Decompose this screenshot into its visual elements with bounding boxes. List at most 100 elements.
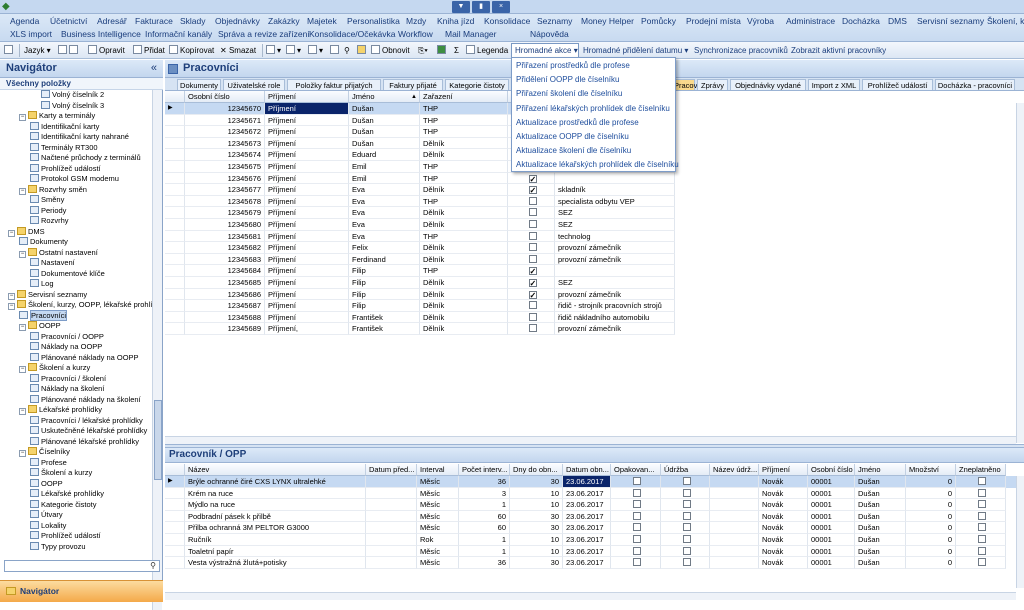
search-button[interactable]: ⚲ xyxy=(344,44,350,57)
tree-item[interactable]: Protokol GSM modemu xyxy=(30,174,119,184)
table-row[interactable]: Vesta výstražná žlutá+potisky Měsíc 36 30 23… xyxy=(165,557,1016,569)
table-row[interactable]: 12345678 Příjmení Eva THP specialista odbytu… xyxy=(165,195,675,208)
tree-item[interactable]: Uskutečněné lékařské prohlídky xyxy=(30,426,147,436)
navigator-scrollbar[interactable] xyxy=(152,90,162,610)
expand-icon[interactable]: − xyxy=(19,114,26,121)
tree-item[interactable]: − Servisní seznamy xyxy=(8,289,87,300)
tree-item[interactable]: Terminály RT300 xyxy=(30,142,98,153)
legend-button[interactable]: Legenda xyxy=(466,44,508,57)
menu-item[interactable]: Školení, ku xyxy=(987,15,1024,28)
column-header[interactable]: Jméno xyxy=(855,464,906,476)
column-header[interactable]: Příjmení xyxy=(759,464,808,476)
tree-item[interactable]: Plánované lékařské prohlídky xyxy=(30,436,139,447)
menu-item[interactable]: Sklady xyxy=(180,15,206,28)
tree-item[interactable]: Log xyxy=(30,279,54,289)
expand-icon[interactable]: − xyxy=(19,366,26,373)
row-checkbox[interactable] xyxy=(682,488,691,497)
navigator-scroll-thumb[interactable] xyxy=(154,400,162,480)
menu-item[interactable]: Zakázky xyxy=(268,15,300,28)
table-row[interactable]: 12345688 Příjmení František Dělník řidič nák… xyxy=(165,311,675,324)
menu-item[interactable]: XLS import xyxy=(10,28,52,41)
tree-item[interactable]: − DMS xyxy=(8,226,45,237)
row-checkbox[interactable] xyxy=(528,254,537,263)
report-button[interactable] xyxy=(330,44,341,57)
table-row[interactable]: 12345679 Příjmení Eva Dělník SEZ xyxy=(165,207,675,219)
row-checkbox[interactable] xyxy=(633,535,641,543)
column-header[interactable]: Název xyxy=(185,464,366,476)
column-header[interactable]: Jméno ▲ xyxy=(349,91,420,103)
table-row[interactable]: ▶ Brýle ochranné čiré CXS LYNX ultralehké… xyxy=(165,476,1016,488)
menu-item[interactable]: Konsolidace/Očekávka xyxy=(309,28,395,41)
menu-item[interactable]: Objednávky xyxy=(215,15,260,28)
tree-item[interactable]: OOPP xyxy=(30,478,63,489)
column-header[interactable]: Počet interv... xyxy=(459,464,510,476)
tab-4[interactable]: Kategorie čistoty xyxy=(445,79,509,90)
menu-item[interactable]: Administrace xyxy=(786,15,835,28)
row-checkbox[interactable] xyxy=(633,500,641,509)
table-row[interactable]: 12345677PříjmeníEvaDělník skladník xyxy=(165,184,675,196)
row-checkbox[interactable] xyxy=(528,301,537,310)
grid-horizontal-scrollbar[interactable] xyxy=(165,592,1016,600)
tree-item[interactable]: Plánované náklady na školení xyxy=(30,394,141,405)
delete-button[interactable]: ✕ Smazat xyxy=(220,44,256,57)
edit-button[interactable]: Opravit xyxy=(88,44,125,57)
row-checkbox[interactable] xyxy=(682,535,691,543)
grid-scrollbar[interactable] xyxy=(1016,103,1024,443)
navigator-bottom-button[interactable]: Navigátor xyxy=(0,580,163,602)
row-checkbox[interactable] xyxy=(528,243,537,252)
row-checkbox[interactable] xyxy=(528,220,537,228)
menu-item[interactable]: Mail Manager xyxy=(445,28,497,41)
column-header[interactable]: Množství xyxy=(906,464,956,476)
tree-item[interactable]: Dokumentové klíče xyxy=(30,268,105,279)
print-button[interactable]: ▾ xyxy=(266,44,281,57)
table-row[interactable]: 12345687 Příjmení Filip Dělník řidič - stroj… xyxy=(165,300,675,312)
row-checkbox[interactable] xyxy=(528,196,537,205)
tab-0[interactable]: Dokumenty xyxy=(177,79,221,90)
language-button[interactable]: Jazyk ▾ xyxy=(24,44,51,57)
row-checkbox[interactable] xyxy=(682,500,691,509)
expand-icon[interactable]: − xyxy=(8,292,15,300)
column-header[interactable]: Zařazení xyxy=(420,91,508,103)
tree-item[interactable]: Lokality xyxy=(30,520,66,531)
table-row[interactable]: 12345676 Příjmení Emil THP xyxy=(165,172,675,185)
tree-item[interactable]: Lékařské prohlídky xyxy=(30,489,104,499)
add-button[interactable]: Přidat xyxy=(133,44,165,57)
bulk-action-item[interactable]: Aktualizace školení dle číselníku xyxy=(516,145,631,157)
bulk-action-item[interactable]: Přiřazení školení dle číselníku xyxy=(516,88,622,100)
tab-10[interactable]: Docházka - pracovníci xyxy=(935,79,1015,90)
tree-item[interactable]: Volný číselník 3 xyxy=(41,100,104,111)
tree-item[interactable]: Prohlížeč událostí xyxy=(30,163,101,174)
panel-toggle-button[interactable] xyxy=(4,44,15,57)
row-checkbox[interactable] xyxy=(682,511,691,520)
bulk-action-item[interactable]: Aktualizace prostředků dle profese xyxy=(516,117,639,129)
table-row[interactable]: 12345680 Příjmení Eva Dělník SEZ xyxy=(165,219,675,231)
bulk-action-item[interactable]: Aktualizace lékařských prohlídek dle čís… xyxy=(516,159,679,171)
tree-item[interactable]: Náklady na školení xyxy=(30,384,104,394)
row-checkbox[interactable] xyxy=(978,558,986,567)
table-row[interactable]: 12345682 Příjmení Felix Dělník provozní záme… xyxy=(165,242,675,254)
table-row[interactable]: Krém na ruce Měsíc 3 10 23.06.2017 Novák 00001… xyxy=(165,487,1016,500)
column-header[interactable]: Datum před... xyxy=(366,464,417,476)
table-row[interactable]: 12345683 Příjmení Ferdinand Dělník provozní … xyxy=(165,253,675,266)
menu-item[interactable]: Adresář xyxy=(97,15,127,28)
tab-7[interactable]: Objednávky vydané xyxy=(730,79,806,90)
menu-item[interactable]: Správa a revize zařízení xyxy=(218,28,310,41)
menu-item[interactable]: Personalistika xyxy=(347,15,400,28)
tab-3[interactable]: Faktury přijaté xyxy=(383,79,443,90)
tree-item[interactable]: − Školení, kurzy, OOPP, lékařské prohlídk… xyxy=(8,300,152,310)
tree-item[interactable]: Plánované náklady na OOPP xyxy=(30,352,139,363)
row-checkbox[interactable] xyxy=(978,500,986,509)
tree-item[interactable]: Prohlížeč událostí xyxy=(30,531,101,541)
navigator-search-input[interactable]: ⚲ xyxy=(4,560,160,572)
bulk-action-item[interactable]: Přiřazení lékařských prohlídek dle čísel… xyxy=(516,103,670,115)
tree-item[interactable]: − Lékařské prohlídky xyxy=(19,405,102,415)
column-header[interactable]: Dny do obn... xyxy=(510,464,563,476)
tree-item[interactable]: − Ostatní nastavení xyxy=(19,247,98,258)
row-checkbox[interactable] xyxy=(528,267,537,276)
tree-item[interactable]: Volný číselník 2 xyxy=(41,90,104,100)
table-row[interactable]: 12345686PříjmeníFilipDělník provozní záme… xyxy=(165,288,675,301)
row-checkbox[interactable] xyxy=(633,523,641,532)
tree-item[interactable]: Periody xyxy=(30,205,66,216)
tree-item[interactable]: Útvary xyxy=(30,510,63,520)
menu-item[interactable]: Seznamy xyxy=(537,15,572,28)
